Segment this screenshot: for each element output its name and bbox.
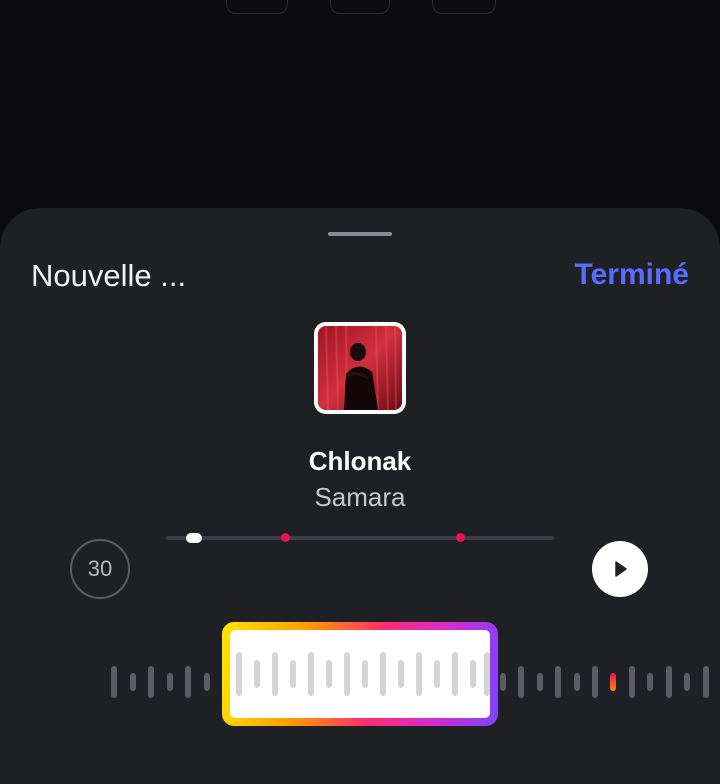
album-cover: [314, 322, 406, 414]
selected-waveform-bar: [452, 652, 458, 696]
play-icon: [615, 561, 627, 577]
selected-waveform-bar: [236, 652, 242, 696]
waveform-bar: [629, 666, 635, 698]
timeline-position-handle[interactable]: [186, 533, 202, 543]
selected-waveform-bar: [254, 660, 260, 688]
clip-duration-button[interactable]: 30: [70, 539, 130, 599]
selected-waveform-bar: [272, 652, 278, 696]
done-button[interactable]: Terminé: [575, 258, 689, 292]
waveform-bar: [500, 673, 506, 691]
selected-waveform-bar: [416, 652, 422, 696]
timeline-marker[interactable]: [281, 533, 290, 542]
waveform-bar: [518, 666, 524, 698]
background-button: [432, 0, 496, 14]
waveform-bar: [130, 673, 136, 691]
sheet-grabber[interactable]: [328, 232, 392, 236]
waveform-bar: [148, 666, 154, 698]
selected-waveform-bar: [326, 660, 332, 688]
background-button: [226, 0, 288, 14]
waveform-bar: [666, 666, 672, 698]
song-timeline[interactable]: [166, 533, 554, 543]
play-button[interactable]: [592, 541, 648, 597]
selected-waveform-bar: [398, 660, 404, 688]
clip-selection-waveform: [230, 630, 490, 718]
selected-waveform-bar: [434, 660, 440, 688]
album-cover-art: [318, 326, 402, 410]
waveform-bar: [555, 666, 561, 698]
waveform-bar: [167, 673, 173, 691]
selected-waveform-bar: [484, 652, 490, 696]
selected-waveform-bar: [470, 660, 476, 688]
waveform-bar: [574, 673, 580, 691]
selected-waveform-bar: [362, 660, 368, 688]
selected-waveform-bar: [344, 652, 350, 696]
track-title: Chlonak: [308, 446, 412, 476]
timeline-marker[interactable]: [456, 533, 465, 542]
waveform-marker-bar: [610, 673, 616, 691]
waveform-bar: [592, 666, 598, 698]
waveform-bar: [703, 666, 709, 698]
clip-selection-window[interactable]: [222, 622, 498, 726]
sheet-title: Nouvelle ...: [31, 258, 187, 293]
background-button: [330, 0, 390, 14]
waveform-bar: [185, 666, 191, 698]
selected-waveform-bar: [380, 652, 386, 696]
track-artist: Samara: [314, 482, 406, 512]
waveform-bar: [204, 673, 210, 691]
waveform-bar: [684, 673, 690, 691]
selected-waveform-bar: [290, 660, 296, 688]
background: [0, 0, 720, 230]
waveform-bar: [111, 666, 117, 698]
selected-waveform-bar: [308, 652, 314, 696]
waveform-bar: [537, 673, 543, 691]
waveform-bar: [647, 673, 653, 691]
